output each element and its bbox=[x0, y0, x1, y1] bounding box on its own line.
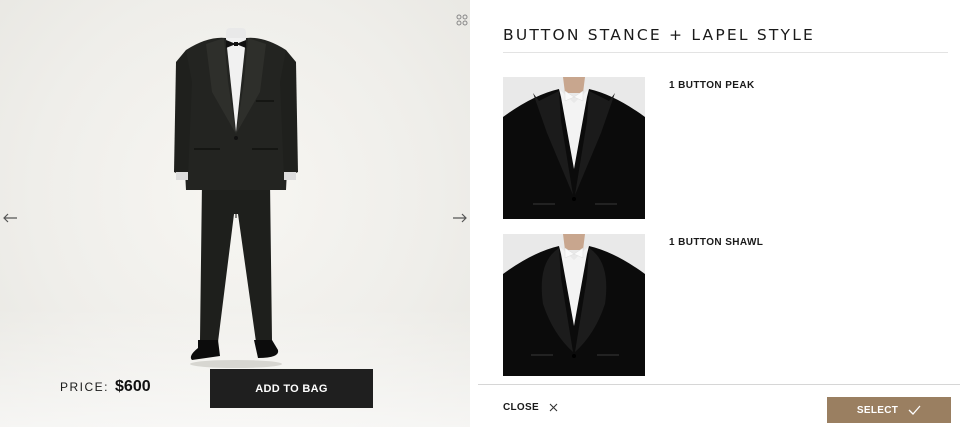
option-1-button-shawl[interactable]: 1 BUTTON SHAWL bbox=[503, 234, 948, 376]
shawl-lapel-thumbnail bbox=[503, 234, 645, 376]
price-label: PRICE: bbox=[60, 380, 110, 394]
price-value: $600 bbox=[115, 378, 151, 395]
close-label: CLOSE bbox=[503, 402, 539, 413]
checkmark-icon bbox=[908, 405, 921, 415]
footer-divider bbox=[478, 384, 960, 385]
option-label: 1 BUTTON SHAWL bbox=[669, 237, 764, 248]
tuxedo-image bbox=[174, 28, 298, 368]
add-to-bag-button[interactable]: ADD TO BAG bbox=[210, 369, 373, 408]
expand-icon[interactable] bbox=[456, 14, 468, 26]
title-divider bbox=[503, 52, 948, 53]
select-button[interactable]: SELECT bbox=[827, 397, 951, 423]
product-viewer: PRICE: $600 ADD TO BAG bbox=[0, 0, 470, 427]
option-label: 1 BUTTON PEAK bbox=[669, 80, 755, 91]
option-1-button-peak[interactable]: 1 BUTTON PEAK bbox=[503, 77, 948, 219]
lapel-options-panel: BUTTON STANCE + LAPEL STYLE 1 BUTTON PEA… bbox=[470, 0, 960, 427]
price-display: PRICE: $600 bbox=[60, 378, 151, 396]
arrow-right-icon[interactable] bbox=[452, 212, 468, 224]
close-button[interactable]: CLOSE bbox=[503, 402, 558, 413]
select-label: SELECT bbox=[856, 404, 899, 416]
panel-title: BUTTON STANCE + LAPEL STYLE bbox=[503, 26, 816, 44]
arrow-left-icon[interactable] bbox=[2, 212, 18, 224]
peak-lapel-thumbnail bbox=[503, 77, 645, 219]
close-icon bbox=[549, 403, 558, 412]
